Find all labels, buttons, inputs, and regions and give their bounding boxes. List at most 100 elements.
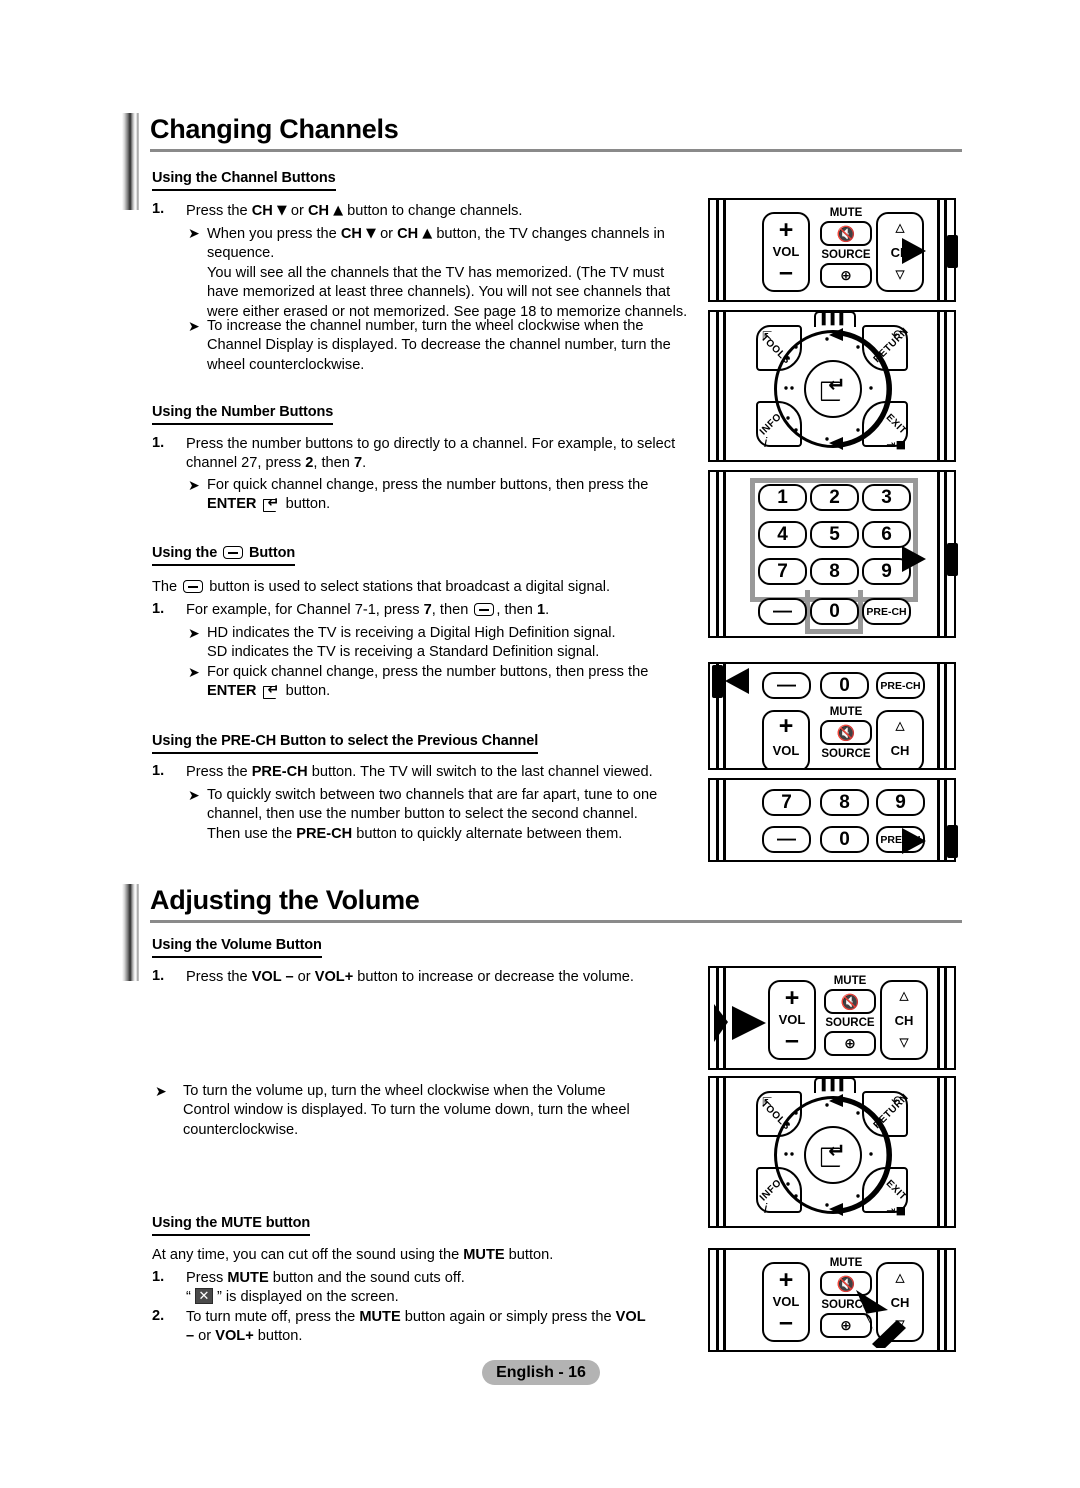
section-heading: Adjusting the Volume	[150, 885, 420, 915]
pointer-marker-vol	[714, 1004, 766, 1042]
list-marker: 1.	[152, 968, 165, 984]
key-8[interactable]: 8	[820, 789, 869, 816]
key-2[interactable]: 2	[810, 484, 859, 511]
enter-button[interactable]	[804, 360, 862, 418]
bullet-arrow-icon: ➤	[188, 788, 200, 804]
key-3[interactable]: 3	[862, 484, 911, 511]
pointer-bar-icon	[712, 665, 723, 698]
bullet-arrow-icon: ➤	[188, 226, 200, 242]
list-marker: 1.	[152, 601, 165, 617]
enter-button-icon	[262, 681, 280, 701]
subheading-using-volume-button: Using the Volume Button	[152, 937, 322, 958]
source-arrow-icon: ⊕	[840, 267, 852, 284]
title-rule	[150, 920, 962, 923]
mute-label: MUTE	[829, 706, 863, 718]
dash-button-icon	[183, 580, 204, 593]
key-dash[interactable]: —	[758, 598, 807, 625]
subheading-suffix: Button	[249, 545, 296, 561]
mute-button[interactable]: 🔇	[824, 989, 876, 1014]
key-dash[interactable]: —	[762, 672, 811, 699]
remote-edge-right	[937, 312, 948, 460]
bullet-arrow-icon: ➤	[188, 478, 200, 494]
pointer-triangle-icon	[902, 828, 926, 854]
mute-speaker-icon: 🔇	[840, 992, 860, 1011]
key-0[interactable]: 0	[820, 826, 869, 853]
key-pre-ch[interactable]: PRE-CH	[862, 598, 911, 625]
diagram-mute-button: + VOL – MUTE 🔇 SOURCE ⊕ ▵ CH ▿	[708, 1248, 956, 1352]
pointer-marker-mute	[856, 1290, 906, 1348]
subheading-using-dash-button: Using the Button	[152, 545, 295, 566]
remote-edge-right	[937, 1250, 948, 1350]
key-0[interactable]: 0	[810, 598, 859, 625]
pointer-bar-icon	[947, 825, 958, 858]
vol-plus-label: +	[778, 712, 794, 740]
pointer-triangle-icon	[902, 238, 926, 264]
pointer-marker-dash	[712, 665, 768, 698]
mute-button[interactable]: 🔇	[820, 221, 872, 246]
vol-label: VOL	[772, 1294, 800, 1309]
return-arrow-icon: ↶	[891, 328, 902, 343]
page-footer-label: English - 16	[482, 1360, 600, 1385]
menu-tab-button[interactable]: ▌▌▌	[814, 1078, 856, 1093]
vol-minus-label: –	[779, 258, 793, 286]
mute-speaker-icon: 🔇	[836, 224, 856, 243]
bullet-arrow-icon: ➤	[188, 319, 200, 335]
mute-button[interactable]: 🔇	[820, 720, 872, 745]
vol-plus-label: +	[778, 1266, 794, 1294]
paragraph-mute-intro: At any time, you can cut off the sound u…	[152, 1247, 554, 1263]
paragraph-wheel-channel: To increase the channel number, turn the…	[207, 318, 671, 373]
remote-edge-left	[716, 312, 727, 460]
remote-edge-left	[716, 1250, 727, 1350]
chevron-down-icon: ▼	[276, 203, 287, 218]
pointer-bar-icon	[947, 543, 958, 576]
source-button[interactable]: ⊕	[820, 263, 872, 288]
info-glyph-icon: i	[764, 1200, 768, 1216]
enter-icon	[820, 1140, 846, 1167]
ch-label: CH	[890, 743, 910, 758]
subheading-using-mute-button: Using the MUTE button	[152, 1215, 310, 1236]
list-marker: 2.	[152, 1308, 165, 1324]
key-8[interactable]: 8	[810, 558, 859, 585]
key-9[interactable]: 9	[876, 789, 925, 816]
subheading-using-channel-buttons: Using the Channel Buttons	[152, 170, 336, 191]
key-0[interactable]: 0	[820, 672, 869, 699]
paragraph-hd-sd: HD indicates the TV is receiving a Digit…	[207, 625, 616, 661]
ch-down-chevron-icon: ▿	[899, 1031, 909, 1053]
key-pre-ch[interactable]: PRE-CH	[876, 672, 925, 699]
mute-label: MUTE	[833, 975, 867, 987]
source-button[interactable]: ⊕	[824, 1031, 876, 1056]
paragraph-quick-change-2: For quick channel change, press the numb…	[207, 663, 677, 702]
chevron-up-icon: ▲	[333, 203, 344, 218]
pointer-marker-ch	[902, 235, 958, 268]
exit-glyph-icon: ⇥■	[886, 438, 906, 451]
menu-tab-button[interactable]: ▌▌▌	[814, 312, 856, 327]
source-label: SOURCE	[821, 249, 871, 261]
remote-edge-right	[937, 968, 948, 1068]
pointer-triangle-icon	[725, 668, 749, 694]
key-7[interactable]: 7	[762, 789, 811, 816]
mute-label: MUTE	[829, 1257, 863, 1269]
enter-icon	[820, 374, 846, 401]
paragraph-mute-off: To turn mute off, press the MUTE button …	[186, 1309, 646, 1345]
vol-minus-label: –	[779, 1308, 793, 1336]
key-dash[interactable]: —	[762, 826, 811, 853]
remote-edge-left	[716, 780, 727, 860]
key-1[interactable]: 1	[758, 484, 807, 511]
diagram-wheel-2: ▌▌▌ TOOLS ⇱ RETURN ↶ INFO i EXIT ⇥■	[708, 1076, 956, 1228]
ch-up-chevron-icon: ▵	[895, 714, 905, 736]
key-5[interactable]: 5	[810, 521, 859, 548]
list-marker: 1.	[152, 435, 165, 451]
key-7[interactable]: 7	[758, 558, 807, 585]
subheading-using-prech-button: Using the PRE-CH Button to select the Pr…	[152, 733, 538, 754]
pointer-bar-icon	[947, 235, 958, 268]
key-4[interactable]: 4	[758, 521, 807, 548]
tools-glyph-icon: ⇱	[762, 1095, 773, 1109]
source-label: SOURCE	[821, 748, 871, 760]
paragraph-ch-sequence: When you press the CH ▼ or CH ▲ button, …	[207, 226, 688, 320]
bullet-arrow-icon: ➤	[155, 1084, 167, 1100]
paragraph-mute-press: Press MUTE button and the sound cuts off…	[186, 1269, 706, 1308]
enter-glyph-icon	[806, 362, 860, 416]
enter-button[interactable]	[804, 1126, 862, 1184]
pointer-marker-prech	[902, 825, 958, 858]
menu-bars-icon: ▌▌▌	[821, 313, 849, 325]
